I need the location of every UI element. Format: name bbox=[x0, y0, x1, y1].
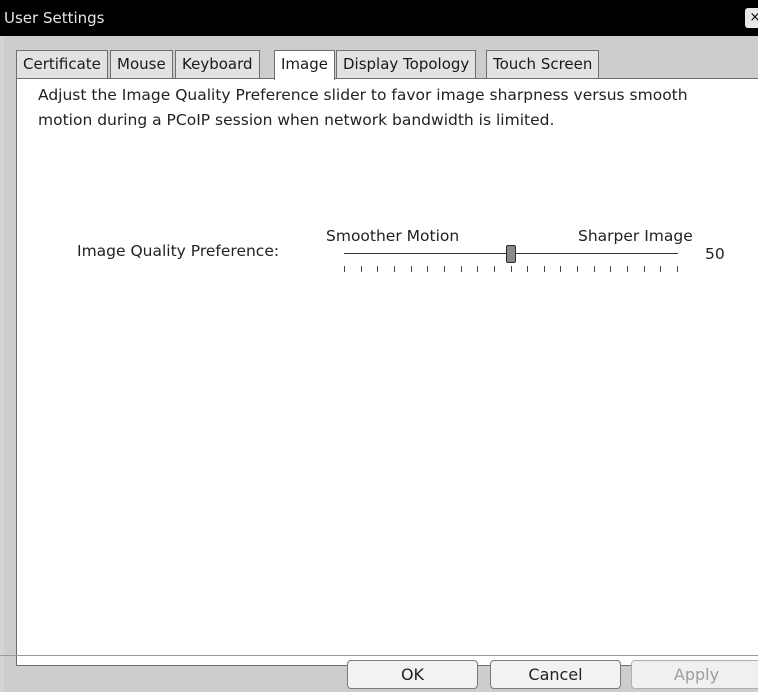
slider-tick bbox=[677, 266, 678, 272]
slider-tick bbox=[361, 266, 362, 272]
slider-tick bbox=[477, 266, 478, 272]
footer-divider bbox=[0, 655, 758, 656]
tab-display-topology[interactable]: Display Topology bbox=[336, 50, 477, 78]
slider-tick bbox=[461, 266, 462, 272]
slider-tick bbox=[377, 266, 378, 272]
apply-button[interactable]: Apply bbox=[631, 660, 758, 689]
slider-tick bbox=[494, 266, 495, 272]
description-text: Adjust the Image Quality Preference slid… bbox=[38, 86, 688, 129]
title-bar: User Settings × bbox=[0, 0, 758, 36]
slider-ticks bbox=[344, 266, 678, 274]
slider-tick bbox=[560, 266, 561, 272]
slider-tick bbox=[627, 266, 628, 272]
slider-tick bbox=[511, 266, 512, 272]
slider-tick bbox=[544, 266, 545, 272]
settings-window: Certificate Mouse Keyboard Image Display… bbox=[4, 36, 758, 692]
tab-mouse[interactable]: Mouse bbox=[110, 50, 173, 78]
tab-certificate[interactable]: Certificate bbox=[16, 50, 108, 78]
slider-tick bbox=[610, 266, 611, 272]
slider-tick bbox=[577, 266, 578, 272]
window-title: User Settings bbox=[4, 9, 105, 27]
tab-touch-screen[interactable]: Touch Screen bbox=[486, 50, 600, 78]
slider-tick bbox=[660, 266, 661, 272]
cancel-button[interactable]: Cancel bbox=[490, 660, 621, 689]
slider-tick bbox=[594, 266, 595, 272]
sharper-image-label: Sharper Image bbox=[578, 227, 693, 245]
slider-tick bbox=[444, 266, 445, 272]
image-quality-slider[interactable] bbox=[344, 245, 678, 275]
slider-tick bbox=[394, 266, 395, 272]
tab-keyboard[interactable]: Keyboard bbox=[175, 50, 260, 78]
slider-tick bbox=[527, 266, 528, 272]
image-quality-label: Image Quality Preference: bbox=[77, 242, 280, 260]
slider-thumb[interactable] bbox=[506, 245, 516, 263]
slider-tick bbox=[427, 266, 428, 272]
slider-value: 50 bbox=[705, 245, 725, 263]
smoother-motion-label: Smoother Motion bbox=[326, 227, 460, 245]
slider-tick bbox=[411, 266, 412, 272]
close-icon[interactable]: × bbox=[745, 8, 758, 28]
tab-image[interactable]: Image bbox=[274, 50, 335, 80]
slider-tick bbox=[344, 266, 345, 272]
ok-button[interactable]: OK bbox=[347, 660, 478, 689]
image-tab-panel bbox=[16, 78, 758, 666]
slider-tick bbox=[644, 266, 645, 272]
